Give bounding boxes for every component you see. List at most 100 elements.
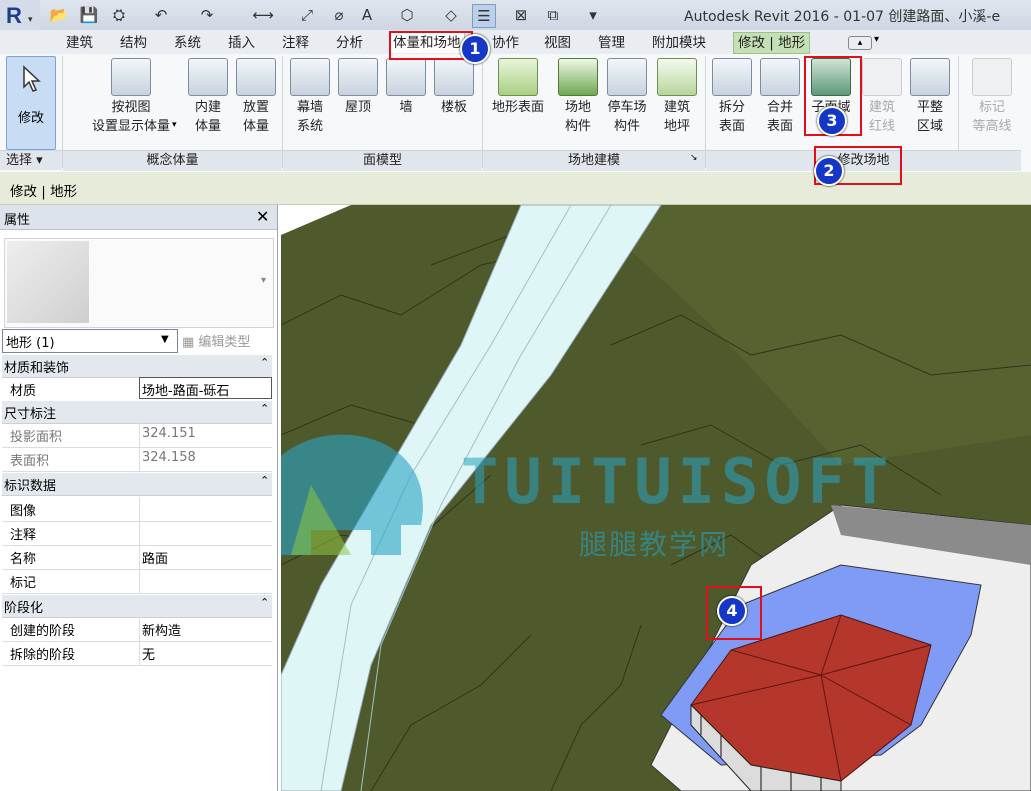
tab-annotate[interactable]: 注释 [282,33,309,53]
inplace-mass-icon [188,58,228,96]
switch-windows-icon[interactable]: ⧉ [542,4,564,26]
collapse-icon[interactable]: ⌃ [260,402,269,415]
type-selector[interactable]: 地形 (1) ▼ [2,329,178,353]
collapse-icon[interactable]: ⌃ [260,474,269,487]
tab-collaborate[interactable]: 协作 [492,33,519,53]
elephant-logo-watermark [281,434,423,555]
edit-type-icon: ▦ [182,335,199,350]
measure-icon[interactable]: ⟷ [252,4,274,26]
property-row-name[interactable]: 名称 路面 [2,545,272,570]
show-mass-button[interactable]: 按视图 设置显示体量 [76,58,186,136]
watermark-brand: TUITUISOFT [461,445,895,518]
tab-architecture[interactable]: 建筑 [66,33,93,53]
show-mass-dropdown-icon[interactable]: ▾ [172,120,177,130]
site-modeling-panel-label: 场地建模 [483,150,705,171]
tab-insert[interactable]: 插入 [228,33,255,53]
ribbon-options-icon[interactable]: ▾ [874,34,879,45]
undo-icon[interactable]: ↶ [150,4,172,26]
tab-modify-topography[interactable]: 修改 | 地形 [733,32,811,54]
dimension-icon[interactable]: ⤢ [296,4,318,26]
section-icon[interactable]: ◇ [440,4,462,26]
tab-manage[interactable]: 管理 [598,33,625,53]
place-mass-button[interactable]: 放置 体量 [233,58,279,136]
toposurface-button[interactable]: 地形表面 [486,58,550,117]
label-contours-button[interactable]: 标记 等高线 [964,58,1020,136]
property-row-phase-created[interactable]: 创建的阶段 新构造 [2,617,272,642]
panel-launcher-icon[interactable]: ↘ [690,153,698,163]
revit-logo-icon[interactable]: R ▾ [0,0,40,30]
tab-systems[interactable]: 系统 [174,33,201,53]
property-row-surface-area: 表面积 324.158 [2,447,272,472]
face-model-panel-label: 面模型 [283,150,482,171]
options-bar-label: 修改 | 地形 [10,184,78,200]
toposurface-icon [498,58,538,96]
tab-structure[interactable]: 结构 [120,33,147,53]
3d-view-icon[interactable]: ⬡ [396,4,418,26]
tag-icon[interactable]: ⌀ [328,4,350,26]
site-component-button[interactable]: 场地 构件 [556,58,600,136]
section-dimensions[interactable]: 尺寸标注 ⌃ [2,401,272,424]
properties-palette: 属性 ✕ ▾ 地形 (1) ▼ ▦ 编辑类型 材质和装饰 ⌃ 材质 场地-路面-… [0,205,278,791]
property-row-projected-area: 投影面积 324.151 [2,423,272,448]
label-contours-icon [972,58,1012,96]
mass-icon [111,58,151,96]
step-badge-3: 3 [817,106,847,136]
parking-icon [607,58,647,96]
edit-type-button[interactable]: ▦ 编辑类型 [182,331,250,350]
modify-label: 修改 [17,111,44,126]
curtain-system-icon [290,58,330,96]
property-row-material[interactable]: 材质 场地-路面-砾石 [2,377,272,402]
conceptual-mass-panel-label: 概念体量 [63,150,282,171]
parking-component-button[interactable]: 停车场 构件 [602,58,652,136]
graded-region-icon [910,58,950,96]
collapse-icon[interactable]: ⌃ [260,356,269,369]
step-badge-2: 2 [814,156,844,186]
section-materials[interactable]: 材质和装饰 ⌃ [2,355,272,378]
select-panel-label[interactable]: 选择 ▾ [0,150,62,170]
window-title: Autodesk Revit 2016 - 01-07 创建路面、小溪-e [684,9,1001,25]
step-badge-4: 4 [717,596,747,626]
graded-region-button[interactable]: 平整 区域 [908,58,952,136]
cursor-arrow-icon [23,65,41,92]
chevron-down-icon[interactable]: ▼ [161,334,169,345]
sync-icon[interactable]: ⛭ [108,4,130,26]
text-icon[interactable]: A [356,4,378,26]
3d-viewport[interactable]: TUITUISOFT 腿腿教学网 [281,205,1031,791]
section-phasing[interactable]: 阶段化 ⌃ [2,595,272,618]
property-row-phase-demolished[interactable]: 拆除的阶段 无 [2,641,272,666]
close-hidden-icon[interactable]: ⊠ [510,4,532,26]
property-row-mark[interactable]: 标记 [2,569,272,594]
modify-button[interactable]: 修改 [6,56,56,150]
section-identity-data[interactable]: 标识数据 ⌃ [2,473,272,496]
split-surface-button[interactable]: 拆分 表面 [710,58,754,136]
save-icon[interactable]: 💾 [78,4,100,26]
redo-icon[interactable]: ↷ [196,4,218,26]
revit-family-icon [7,241,89,323]
inplace-mass-button[interactable]: 内建 体量 [185,58,231,136]
collapse-icon[interactable]: ⌃ [260,596,269,609]
chevron-down-icon[interactable]: ▾ [261,275,266,286]
floor-by-face-button[interactable]: 楼板 [432,58,476,117]
type-preview: ▾ [4,238,274,328]
wall-by-face-button[interactable]: 墙 [384,58,428,117]
tab-view[interactable]: 视图 [544,33,571,53]
building-pad-icon [657,58,697,96]
roof-by-face-button[interactable]: 屋顶 [336,58,380,117]
building-pad-button[interactable]: 建筑 地坪 [655,58,699,136]
property-row-comments[interactable]: 注释 [2,521,272,546]
minimize-ribbon-icon[interactable]: ▴ [848,36,872,50]
property-line-button[interactable]: 建筑 红线 [860,58,904,136]
thin-lines-icon[interactable]: ☰ [472,4,496,28]
tab-addins[interactable]: 附加模块 [652,33,706,53]
merge-surfaces-icon [760,58,800,96]
curtain-system-button[interactable]: 幕墙 系统 [288,58,332,136]
place-mass-icon [236,58,276,96]
customize-qat-icon[interactable]: ▾ [582,4,604,26]
property-row-image[interactable]: 图像 [2,497,272,522]
properties-title: 属性 [4,213,31,228]
merge-surfaces-button[interactable]: 合并 表面 [758,58,802,136]
open-icon[interactable]: 📂 [48,4,70,26]
close-icon[interactable]: ✕ [256,207,269,226]
properties-header: 属性 ✕ [0,205,277,230]
tab-analyze[interactable]: 分析 [336,33,363,53]
